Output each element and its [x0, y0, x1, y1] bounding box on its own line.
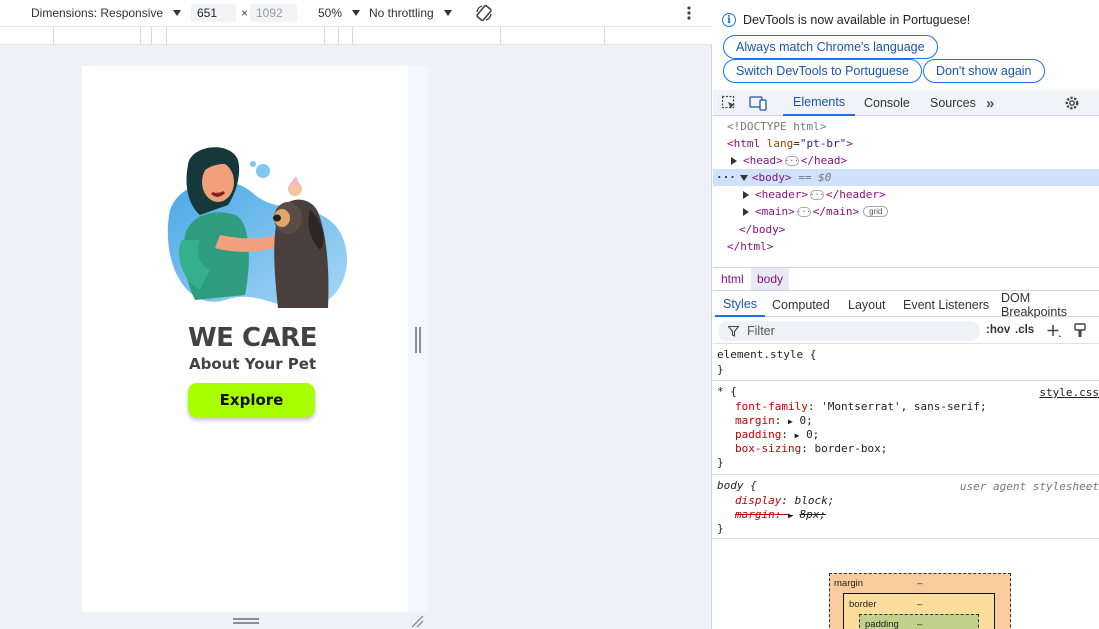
inspect-element-icon[interactable]: [721, 90, 737, 116]
expand-icon[interactable]: [743, 207, 749, 216]
dom-header-node[interactable]: <header> ··· </header>: [713, 186, 1099, 203]
tab-event-listeners[interactable]: Event Listeners: [903, 292, 989, 317]
tab-console[interactable]: Console: [864, 90, 910, 116]
breadcrumb-html[interactable]: html: [715, 268, 750, 290]
dom-body-node[interactable]: ··· <body> == $0: [713, 169, 1099, 186]
source-link[interactable]: style.css: [1039, 386, 1099, 400]
decl-box-sizing[interactable]: box-sizing: border-box;: [735, 442, 887, 456]
tab-styles[interactable]: Styles: [715, 292, 766, 317]
resize-handle-right[interactable]: [415, 327, 421, 353]
info-icon: i: [722, 13, 736, 27]
decl-margin-overridden[interactable]: margin: ▶ 8px;: [735, 508, 826, 522]
times-sign: ×: [241, 6, 249, 20]
filter-icon: [728, 325, 739, 337]
hov-toggle[interactable]: :hov: [986, 324, 1010, 336]
dom-html-node[interactable]: <html lang = "pt-br" >: [713, 135, 1099, 152]
resize-handle-bottom[interactable]: [233, 618, 259, 624]
selector-element-style[interactable]: element.style {: [717, 348, 816, 362]
tab-computed[interactable]: Computed: [772, 292, 830, 317]
throttling-dropdown[interactable]: No throttling: [369, 0, 452, 26]
filter-placeholder: Filter: [747, 324, 775, 338]
dom-tree: <!DOCTYPE html> <html lang = "pt-br" > <hea…: [713, 117, 1099, 267]
padding-label: padding: [865, 619, 899, 629]
tab-elements[interactable]: Elements: [783, 90, 856, 116]
styles-filter-bar: Filter :hov .cls: [713, 318, 1099, 344]
height-input[interactable]: 1092: [250, 4, 297, 22]
ellipsis-icon[interactable]: ···: [785, 155, 799, 166]
close-brace: }: [717, 363, 724, 376]
switch-language-button[interactable]: Switch DevTools to Portuguese: [723, 59, 923, 83]
ellipsis-icon[interactable]: ···: [810, 189, 824, 200]
selector-universal[interactable]: * {: [717, 385, 737, 399]
dom-main-node[interactable]: <main> ··· </main> grid: [713, 203, 1099, 220]
banner-message: DevTools is now available in Portuguese!: [743, 13, 971, 27]
box-model-diagram[interactable]: margin – border – padding –: [829, 573, 1011, 629]
styles-pane: element.style { } * { style.css font-fam…: [713, 345, 1099, 629]
chevron-down-icon: [443, 10, 452, 16]
paint-brush-icon[interactable]: [1073, 323, 1087, 342]
rule-element-style: element.style { }: [713, 345, 1099, 381]
selector-body[interactable]: body {: [717, 479, 757, 493]
tab-dom-breakpoints[interactable]: DOM Breakpoints: [1001, 291, 1099, 319]
filter-input[interactable]: Filter: [718, 321, 980, 341]
border-value: –: [917, 599, 923, 610]
border-label: border: [849, 599, 877, 610]
language-banner: i DevTools is now available in Portugues…: [713, 0, 1099, 90]
collapse-icon[interactable]: [739, 174, 748, 181]
dimensions-label: Dimensions: Responsive: [31, 6, 164, 20]
styles-tab-bar: Styles Computed Layout Event Listeners D…: [713, 291, 1099, 319]
padding-value: –: [917, 619, 923, 629]
node-actions-icon[interactable]: ···: [716, 171, 736, 184]
decl-display[interactable]: display: block;: [735, 494, 834, 508]
rotate-icon[interactable]: [474, 0, 494, 26]
close-brace: }: [717, 522, 724, 535]
decl-margin[interactable]: margin: ▶ 0;: [735, 414, 813, 428]
width-input[interactable]: 651: [191, 4, 236, 22]
dismiss-banner-button[interactable]: Don't show again: [923, 59, 1045, 83]
more-options-icon[interactable]: [686, 0, 692, 26]
grid-badge[interactable]: grid: [863, 206, 889, 217]
chevron-down-icon: [352, 10, 361, 16]
ellipsis-icon[interactable]: ···: [797, 206, 811, 217]
decl-padding[interactable]: padding: ▶ 0;: [735, 428, 819, 442]
cls-toggle[interactable]: .cls: [1015, 324, 1034, 336]
devtools-tab-bar: Elements Console Sources »: [713, 90, 1099, 116]
device-toolbar-icon[interactable]: [749, 90, 767, 116]
throttling-label: No throttling: [369, 6, 434, 20]
settings-gear-icon[interactable]: [1064, 90, 1080, 116]
media-query-ruler[interactable]: [0, 26, 712, 45]
device-toolbar: Dimensions: Responsive 651 × 1092 50% No…: [0, 0, 712, 26]
dom-body-close[interactable]: </body>: [713, 221, 1099, 238]
rule-body-ua: body { user agent stylesheet display: bl…: [713, 476, 1099, 539]
more-tabs-icon[interactable]: »: [986, 90, 994, 116]
breadcrumb: html body: [713, 267, 1099, 291]
dom-doctype[interactable]: <!DOCTYPE html>: [713, 118, 1099, 135]
expand-icon[interactable]: [743, 190, 749, 199]
tab-layout[interactable]: Layout: [848, 292, 886, 317]
resize-corner-icon[interactable]: [410, 614, 424, 628]
dimensions-dropdown[interactable]: Dimensions: Responsive: [31, 0, 182, 26]
breadcrumb-body[interactable]: body: [751, 268, 790, 290]
rule-universal: * { style.css font-family: 'Montserrat',…: [713, 382, 1099, 475]
woman-with-dog-illustration: [167, 147, 348, 309]
add-rule-icon[interactable]: [1046, 323, 1062, 342]
margin-label: margin: [834, 578, 864, 589]
dom-head-node[interactable]: <head> ··· </head>: [713, 152, 1099, 169]
user-agent-label: user agent stylesheet: [959, 480, 1099, 493]
margin-value: –: [917, 578, 923, 589]
zoom-dropdown[interactable]: 50%: [318, 0, 361, 26]
page-subtitle: About Your Pet: [189, 355, 317, 373]
explore-button[interactable]: Explore: [188, 383, 315, 417]
close-brace: }: [717, 456, 724, 469]
tab-sources[interactable]: Sources: [930, 90, 976, 116]
page-title: WE CARE: [188, 323, 317, 353]
chevron-down-icon: [173, 10, 182, 16]
devtools-panel: i DevTools is now available in Portugues…: [713, 0, 1099, 629]
expand-icon[interactable]: [731, 156, 737, 165]
match-language-button[interactable]: Always match Chrome's language: [723, 35, 938, 59]
zoom-label: 50%: [318, 6, 343, 20]
dom-html-close[interactable]: </html>: [713, 238, 1099, 255]
decl-font-family[interactable]: font-family: 'Montserrat', sans-serif;: [735, 400, 987, 414]
device-viewport-pane: Dimensions: Responsive 651 × 1092 50% No…: [0, 0, 712, 629]
